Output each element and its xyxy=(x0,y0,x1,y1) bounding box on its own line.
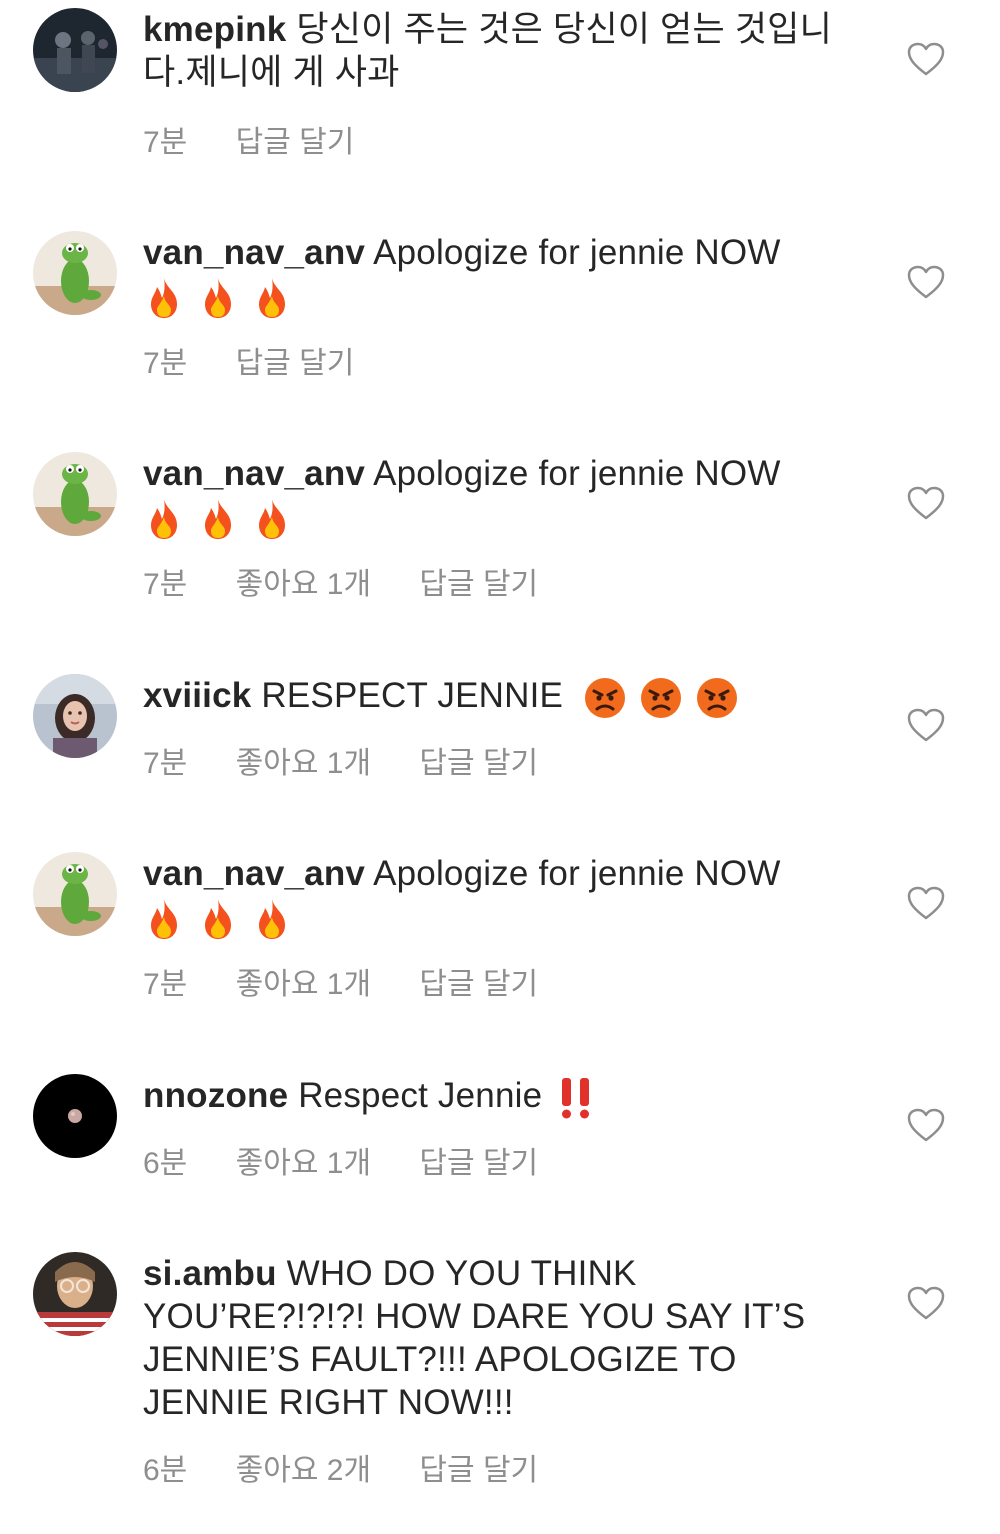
heart-outline-icon[interactable] xyxy=(906,1107,946,1143)
reply-button[interactable]: 답글 달기 xyxy=(419,1454,538,1487)
comment-text: Apologize for jennie NOW xyxy=(373,454,781,493)
comment-body: van_nav_anv Apologize for jennie NOW xyxy=(143,231,843,320)
reply-button[interactable]: 답글 달기 xyxy=(236,126,355,159)
fire-emoji xyxy=(205,498,231,539)
avatar[interactable] xyxy=(33,1252,117,1336)
emoji-row xyxy=(143,895,843,941)
double-exclamation-emoji xyxy=(562,1077,590,1119)
avatar[interactable] xyxy=(33,852,117,936)
emoji-row xyxy=(143,495,843,541)
heart-outline-icon[interactable] xyxy=(906,885,946,921)
comment-time: 7분 xyxy=(143,968,188,1001)
username[interactable]: xviiick xyxy=(143,676,251,715)
heart-outline-icon[interactable] xyxy=(906,707,946,743)
fire-emoji xyxy=(259,277,285,318)
avatar[interactable] xyxy=(33,452,117,536)
emoji-row xyxy=(143,274,843,320)
comment-time: 7분 xyxy=(143,126,188,159)
username[interactable]: nnozone xyxy=(143,1076,288,1115)
fire-emoji xyxy=(151,898,177,939)
comment-meta: 7분 좋아요 1개 답글 달기 xyxy=(143,738,578,782)
like-count[interactable]: 좋아요 1개 xyxy=(236,568,371,601)
comment-time: 7분 xyxy=(143,347,188,380)
comment-meta: 7분 좋아요 1개 답글 달기 xyxy=(143,559,578,603)
fire-emoji xyxy=(205,277,231,318)
username[interactable]: si.ambu xyxy=(143,1254,277,1293)
comment-time: 6분 xyxy=(143,1454,188,1487)
avatar[interactable] xyxy=(33,8,117,92)
like-count[interactable]: 좋아요 2개 xyxy=(236,1454,371,1487)
like-count[interactable]: 좋아요 1개 xyxy=(236,968,371,1001)
comment-body: si.ambu WHO DO YOU THINK YOU’RE?!?!?! HO… xyxy=(143,1252,843,1424)
fire-emoji xyxy=(259,898,285,939)
comment-text: Apologize for jennie NOW xyxy=(373,854,781,893)
like-count[interactable]: 좋아요 1개 xyxy=(236,1147,371,1180)
avatar[interactable] xyxy=(33,674,117,758)
heart-outline-icon[interactable] xyxy=(906,1285,946,1321)
reply-button[interactable]: 답글 달기 xyxy=(419,968,538,1001)
comment-text: RESPECT JENNIE xyxy=(261,676,564,715)
like-count[interactable]: 좋아요 1개 xyxy=(236,747,371,780)
avatar[interactable] xyxy=(33,231,117,315)
reply-button[interactable]: 답글 달기 xyxy=(419,568,538,601)
reply-button[interactable]: 답글 달기 xyxy=(419,1147,538,1180)
fire-emoji xyxy=(259,498,285,539)
angry-face-emoji xyxy=(696,677,737,718)
reply-button[interactable]: 답글 달기 xyxy=(419,747,538,780)
username[interactable]: van_nav_anv xyxy=(143,454,365,493)
comment-body: van_nav_anv Apologize for jennie NOW xyxy=(143,852,843,941)
comment-time: 7분 xyxy=(143,568,188,601)
heart-outline-icon[interactable] xyxy=(906,264,946,300)
comment-text: Apologize for jennie NOW xyxy=(373,233,781,272)
comment-meta: 7분 좋아요 1개 답글 달기 xyxy=(143,959,578,1003)
comment-time: 7분 xyxy=(143,747,188,780)
comment-text: Respect Jennie xyxy=(298,1076,543,1115)
comment-body: kmepink 당신이 주는 것은 당신이 얻는 것입니다.제니에 게 사과 xyxy=(143,8,843,94)
fire-emoji xyxy=(151,498,177,539)
comment-body: van_nav_anv Apologize for jennie NOW xyxy=(143,452,843,541)
comment-meta: 6분 좋아요 1개 답글 달기 xyxy=(143,1138,578,1182)
username[interactable]: van_nav_anv xyxy=(143,233,365,272)
comment-meta: 7분 답글 달기 xyxy=(143,117,394,161)
fire-emoji xyxy=(151,277,177,318)
heart-outline-icon[interactable] xyxy=(906,41,946,77)
username[interactable]: van_nav_anv xyxy=(143,854,365,893)
comment-time: 6분 xyxy=(143,1147,188,1180)
emoji-row xyxy=(583,676,751,718)
reply-button[interactable]: 답글 달기 xyxy=(236,347,355,380)
comment-meta: 6분 좋아요 2개 답글 달기 xyxy=(143,1445,578,1489)
username[interactable]: kmepink xyxy=(143,10,286,49)
comment-meta: 7분 답글 달기 xyxy=(143,338,394,382)
angry-face-emoji xyxy=(640,677,681,718)
comment-body: xviiick RESPECT JENNIE xyxy=(143,674,843,720)
heart-outline-icon[interactable] xyxy=(906,485,946,521)
avatar[interactable] xyxy=(33,1074,117,1158)
angry-face-emoji xyxy=(584,677,625,718)
comment-body: nnozone Respect Jennie xyxy=(143,1074,843,1120)
fire-emoji xyxy=(205,898,231,939)
